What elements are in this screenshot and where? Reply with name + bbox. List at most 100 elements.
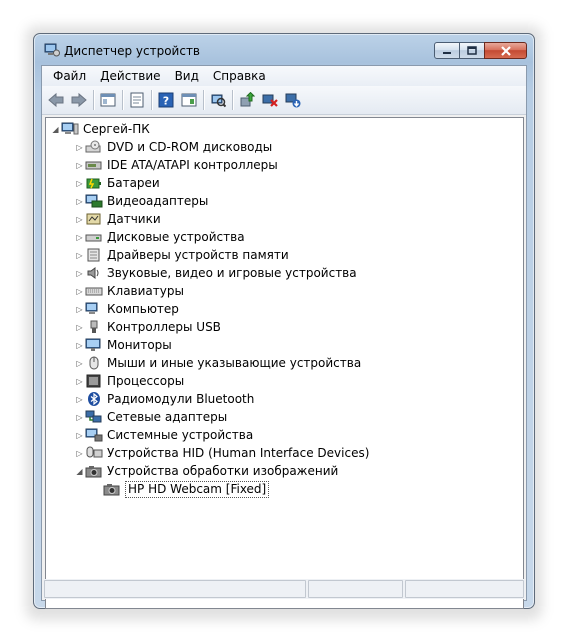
status-cell-extra	[405, 580, 524, 598]
tree-category-label: Устройства обработки изображений	[107, 464, 339, 478]
close-button[interactable]	[484, 42, 527, 59]
webcam-icon	[103, 481, 121, 497]
scan-hardware-changes-icon	[211, 94, 226, 108]
tree-category[interactable]: ▷ Звуковые, видео и игровые устройства	[74, 264, 357, 282]
expand-arrow-icon[interactable]: ▷	[74, 138, 85, 156]
sensor-icon	[85, 211, 103, 227]
console-tree-view-button[interactable]	[178, 89, 200, 111]
expand-arrow-icon[interactable]: ▷	[74, 192, 85, 210]
expand-arrow-icon[interactable]: ▷	[74, 174, 85, 192]
expand-arrow-icon[interactable]: ▷	[74, 390, 85, 408]
menu-view[interactable]: Вид	[168, 67, 206, 85]
keyboard-icon	[85, 283, 103, 299]
uninstall-device-icon	[285, 93, 301, 108]
expand-arrow-icon[interactable]: ▷	[74, 318, 85, 336]
bluetooth-icon	[85, 391, 103, 407]
expand-arrow-icon[interactable]: ▷	[74, 300, 85, 318]
tree-category[interactable]: ▷ Компьютер	[74, 300, 179, 318]
tree-category-label: Звуковые, видео и игровые устройства	[107, 266, 357, 280]
tree-category[interactable]: ▷ Системные устройства	[74, 426, 253, 444]
tree-device-selected[interactable]: HP HD Webcam [Fixed]	[103, 480, 270, 498]
show-hide-console-tree-button[interactable]	[97, 89, 119, 111]
console-tree-view-icon	[181, 93, 197, 107]
tree-category-label: Сетевые адаптеры	[107, 410, 228, 424]
update-driver-icon	[240, 92, 255, 107]
menu-bar: Файл Действие Вид Справка	[42, 66, 526, 86]
dvd-drive-icon	[85, 139, 103, 155]
expand-arrow-icon[interactable]: ▷	[74, 264, 85, 282]
tree-category[interactable]: ▷ DVD и CD-ROM дисководы	[74, 138, 272, 156]
back-button[interactable]	[45, 89, 67, 111]
collapse-arrow-icon[interactable]: ◢	[50, 120, 61, 138]
menu-action[interactable]: Действие	[93, 67, 167, 85]
show-hide-console-tree-icon	[100, 93, 116, 107]
help-button[interactable]: ?	[155, 89, 177, 111]
expand-arrow-icon[interactable]: ▷	[74, 426, 85, 444]
tree-category[interactable]: ▷ Устройства HID (Human Interface Device…	[74, 444, 369, 462]
tree-category[interactable]: ▷ Драйверы устройств памяти	[74, 246, 289, 264]
tree-category[interactable]: ▷ Батареи	[74, 174, 159, 192]
status-cell-main	[44, 580, 306, 598]
expand-arrow-icon[interactable]: ▷	[74, 408, 85, 426]
tree-category-label: Драйверы устройств памяти	[107, 248, 289, 262]
scan-hardware-changes-button[interactable]	[207, 89, 229, 111]
expand-arrow-icon[interactable]: ▷	[74, 210, 85, 228]
toolbar-separator	[232, 90, 233, 110]
tree-category[interactable]: ▷ Мониторы	[74, 336, 172, 354]
update-driver-button[interactable]	[236, 89, 258, 111]
forward-button[interactable]	[68, 89, 90, 111]
ide-controller-icon	[85, 157, 103, 173]
tree-category[interactable]: ▷ Датчики	[74, 210, 160, 228]
device-tree[interactable]: ◢ Сергей-ПК ▷ DVD и CD-ROM дисководы ▷ I…	[45, 117, 524, 609]
tree-category-label: Видеоадаптеры	[107, 194, 209, 208]
tree-category[interactable]: ▷ Радиомодули Bluetooth	[74, 390, 254, 408]
tree-category-label: Процессоры	[107, 374, 185, 388]
tree-category-label: Мониторы	[107, 338, 172, 352]
status-bar	[43, 579, 525, 599]
hid-device-icon	[85, 445, 103, 461]
disable-device-button[interactable]	[259, 89, 281, 111]
properties-button[interactable]	[126, 89, 148, 111]
tree-category-label: Контроллеры USB	[107, 320, 221, 334]
disk-drive-icon	[85, 229, 103, 245]
title-bar[interactable]: Диспетчер устройств	[34, 34, 534, 66]
tree-root-label: Сергей-ПК	[83, 122, 150, 136]
selected-device-label: HP HD Webcam [Fixed]	[125, 480, 270, 498]
tree-category-label: IDE ATA/ATAPI контроллеры	[107, 158, 278, 172]
expand-arrow-icon[interactable]: ▷	[74, 246, 85, 264]
tree-category[interactable]: ▷ IDE ATA/ATAPI контроллеры	[74, 156, 278, 174]
tree-category[interactable]: ▷ Клавиатуры	[74, 282, 184, 300]
minimize-button[interactable]	[434, 42, 460, 59]
help-icon: ?	[158, 92, 174, 108]
maximize-button[interactable]	[459, 42, 485, 59]
tree-category[interactable]: ▷ Мыши и иные указывающие устройства	[74, 354, 361, 372]
menu-file[interactable]: Файл	[46, 67, 93, 85]
display-adapter-icon	[85, 193, 103, 209]
tree-category[interactable]: ▷ Процессоры	[74, 372, 184, 390]
client-area: Файл Действие Вид Справка ? ◢ Сергей-ПК …	[41, 65, 527, 609]
tree-category-expanded[interactable]: ◢ Устройства обработки изображений	[74, 462, 338, 480]
imaging-device-icon	[85, 463, 103, 479]
expand-arrow-icon[interactable]: ▷	[74, 444, 85, 462]
expand-arrow-icon[interactable]: ▷	[74, 156, 85, 174]
menu-help[interactable]: Справка	[206, 67, 273, 85]
tree-root[interactable]: ◢ Сергей-ПК	[50, 120, 150, 138]
expand-arrow-icon[interactable]: ▷	[74, 354, 85, 372]
tree-category[interactable]: ▷ Видеоадаптеры	[74, 192, 208, 210]
tree-category[interactable]: ▷ Контроллеры USB	[74, 318, 221, 336]
tree-category[interactable]: ▷ Дисковые устройства	[74, 228, 244, 246]
expand-arrow-icon[interactable]: ▷	[74, 282, 85, 300]
tree-category-label: Системные устройства	[107, 428, 254, 442]
toolbar-separator	[93, 90, 94, 110]
processor-icon	[85, 373, 103, 389]
memory-technology-icon	[85, 247, 103, 263]
expand-arrow-icon[interactable]: ▷	[74, 372, 85, 390]
uninstall-device-button[interactable]	[282, 89, 304, 111]
tree-category[interactable]: ▷ Сетевые адаптеры	[74, 408, 227, 426]
toolbar: ?	[42, 86, 526, 115]
expand-arrow-icon[interactable]: ▷	[74, 228, 85, 246]
collapse-arrow-icon[interactable]: ◢	[74, 462, 85, 480]
tree-category-label: Клавиатуры	[107, 284, 184, 298]
device-manager-window: Диспетчер устройств Файл Действие Вид Сп…	[33, 33, 535, 609]
expand-arrow-icon[interactable]: ▷	[74, 336, 85, 354]
